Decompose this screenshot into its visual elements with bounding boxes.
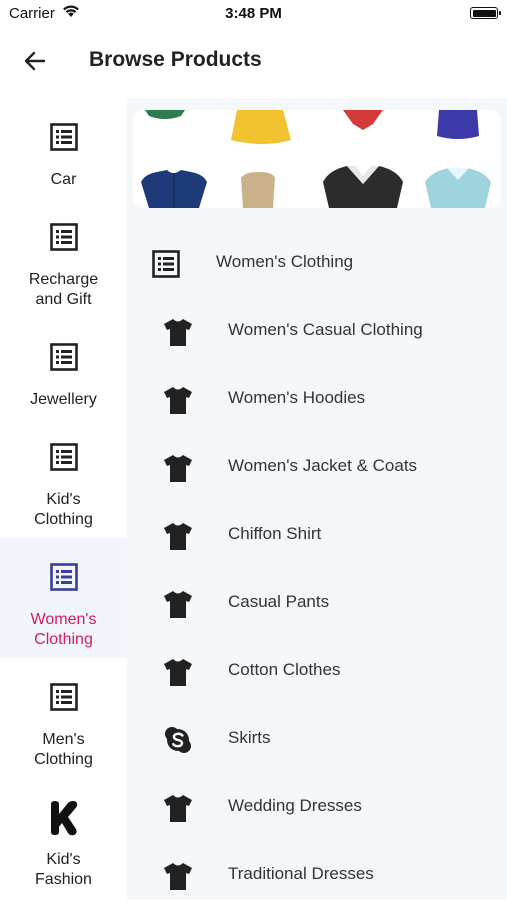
- clothing-banner-image[interactable]: [133, 110, 501, 208]
- subcategory-label: Chiffon Shirt: [228, 524, 322, 543]
- k-logo-icon: [47, 800, 81, 836]
- subcategory-item[interactable]: Women's Casual Clothing: [127, 296, 507, 364]
- sidebar-item-mens-clothing[interactable]: Men's Clothing: [0, 658, 127, 778]
- sidebar-item-label: Men's Clothing: [34, 731, 93, 768]
- sidebar-item-label: Car: [50, 171, 77, 188]
- back-button[interactable]: [20, 46, 50, 76]
- list-icon: [49, 222, 79, 252]
- list-icon: [49, 342, 79, 372]
- tshirt-icon: [163, 453, 193, 483]
- sidebar-item-recharge-and-gift[interactable]: Recharge and Gift: [0, 198, 127, 318]
- tshirt-icon: [163, 589, 193, 619]
- subcategory-item[interactable]: Cotton Clothes: [127, 636, 507, 704]
- subcategory-item[interactable]: Women's Hoodies: [127, 364, 507, 432]
- clock-time: 3:48 PM: [225, 5, 282, 22]
- subcategory-label: Women's Hoodies: [228, 388, 366, 407]
- tshirt-icon: [163, 657, 193, 687]
- category-sidebar: Car Recharge and Gift Jewellery Kid's Cl…: [0, 98, 127, 900]
- subcategory-item[interactable]: Chiffon Shirt: [127, 500, 507, 568]
- subcategory-item[interactable]: Skirts: [127, 704, 507, 772]
- subcategory-label: Wedding Dresses: [228, 796, 362, 815]
- sidebar-item-label: Women's Clothing: [30, 611, 97, 648]
- subcategory-label: Cotton Clothes: [228, 660, 341, 679]
- subcategory-panel: Women's Clothing Women's Casual Clothing…: [127, 98, 507, 900]
- tshirt-icon: [163, 793, 193, 823]
- subcategory-label: Women's Jacket & Coats: [228, 456, 418, 475]
- subcategory-label: Skirts: [228, 728, 271, 747]
- subcategory-label: Traditional Dresses: [228, 864, 374, 883]
- battery-icon: [470, 7, 501, 19]
- subcategory-label: Casual Pants: [228, 592, 330, 611]
- arrow-left-icon: [24, 51, 46, 71]
- tshirt-icon: [163, 521, 193, 551]
- tshirt-icon: [163, 861, 193, 891]
- page-title: Browse Products: [89, 48, 262, 71]
- app-header: Browse Products: [0, 30, 507, 90]
- subcategory-label: Women's Casual Clothing: [228, 320, 423, 339]
- category-header-row[interactable]: Women's Clothing: [127, 228, 507, 296]
- sidebar-item-label: Kid's Fashion: [35, 851, 92, 888]
- sidebar-item-label: Recharge and Gift: [28, 271, 99, 308]
- sidebar-item-kids-fashion[interactable]: Kid's Fashion: [0, 778, 127, 898]
- category-header-label: Women's Clothing: [216, 252, 354, 271]
- list-icon: [49, 122, 79, 152]
- sidebar-item-label: Jewellery: [30, 391, 97, 408]
- list-icon: [49, 442, 79, 472]
- sidebar-item-kids-clothing[interactable]: Kid's Clothing: [0, 418, 127, 538]
- subcategory-item[interactable]: Wedding Dresses: [127, 772, 507, 840]
- sidebar-item-womens-clothing[interactable]: Women's Clothing: [0, 538, 127, 658]
- sidebar-item-label: Kid's Clothing: [34, 491, 93, 528]
- list-icon: [49, 562, 79, 592]
- list-icon: [49, 682, 79, 712]
- subcategory-item[interactable]: Casual Pants: [127, 568, 507, 636]
- tshirt-icon: [163, 317, 193, 347]
- tshirt-icon: [163, 385, 193, 415]
- subcategory-item[interactable]: Women's Jacket & Coats: [127, 432, 507, 500]
- skype-icon: [163, 725, 193, 755]
- subcategory-item[interactable]: Traditional Dresses: [127, 840, 507, 908]
- status-bar: Carrier 3:48 PM: [0, 0, 507, 28]
- list-icon: [151, 249, 181, 279]
